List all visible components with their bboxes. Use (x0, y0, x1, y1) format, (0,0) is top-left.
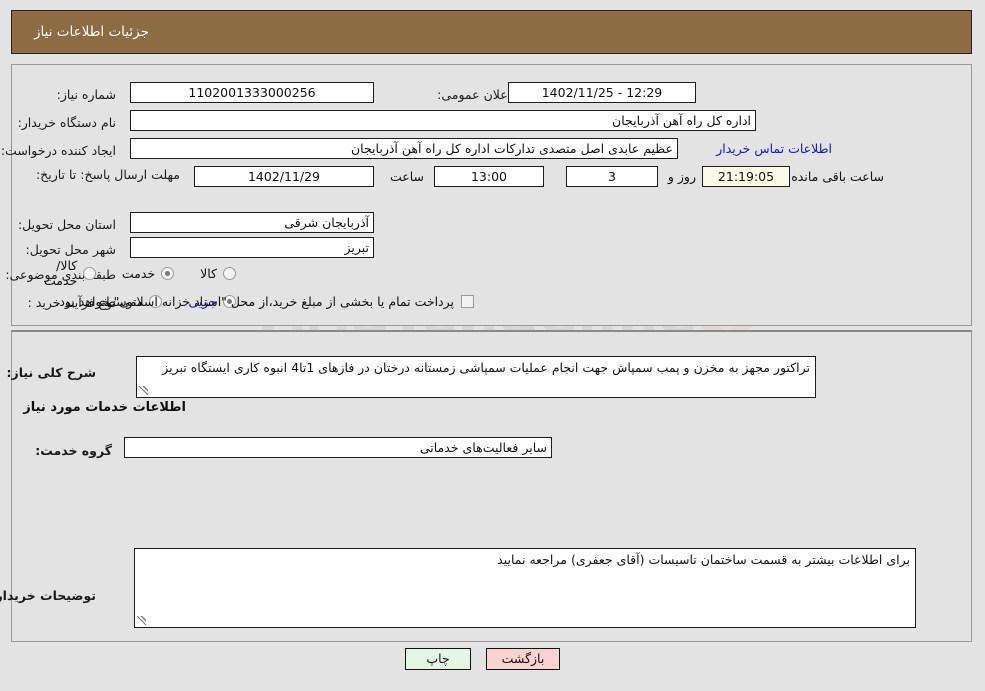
treasury-checkbox-label: پرداخت تمام یا بخشی از مبلغ خرید،از محل … (56, 293, 455, 309)
radio-khedmat-icon[interactable] (162, 266, 176, 280)
city-label: شهر محل تحویل: (26, 241, 117, 257)
services-section-heading: اطلاعات خدمات مورد نیاز (24, 400, 187, 415)
deadline-date-field[interactable]: 1402/11/29 (195, 166, 375, 187)
service-group-label-wrap: گروه خدمت: (36, 440, 113, 459)
public-announce-field[interactable]: 12:29 - 1402/11/25 (509, 82, 697, 103)
treasury-checkbox-icon[interactable] (462, 294, 475, 308)
deadline-days-suffix: روز و (668, 169, 697, 184)
deadline-countdown-suffix: ساعت باقی مانده (792, 169, 885, 184)
print-button[interactable]: چاپ (406, 648, 472, 670)
buyer-comments-textarea[interactable]: برای اطلاعات بیشتر به قسمت ساختمان تاسیس… (135, 548, 917, 628)
requester-row: ایجاد کننده درخواست: (2, 138, 117, 162)
deadline-countdown-field: 21:19:05 (703, 166, 791, 187)
category-option-kala-khedmat-label: کالا/خدمت (45, 258, 79, 288)
category-option-kala-label: کالا (201, 265, 218, 281)
need-number-field[interactable]: 1102001333000256 (131, 82, 375, 103)
deadline-time-field[interactable]: 13:00 (435, 166, 545, 187)
buyer-comments-label: توضیحات خریدار: (0, 588, 97, 603)
category-option-khedmat-label: خدمت (122, 265, 157, 281)
deadline-days-field[interactable]: 3 (567, 166, 659, 187)
category-option-khedmat[interactable]: خدمت (122, 265, 176, 281)
buyer-org-row: نام دستگاه خریدار: (19, 110, 117, 134)
deadline-label: مهلت ارسال پاسخ: تا تاریخ: (36, 167, 181, 182)
radio-kala-khedmat-icon[interactable] (84, 266, 97, 280)
province-label: استان محل تحویل: (18, 216, 117, 232)
need-description-textarea[interactable]: تراکتور مجهز به مخزن و پمب سمپاش جهت انج… (137, 356, 817, 398)
service-group-label: گروه خدمت: (36, 443, 113, 458)
buyer-org-field[interactable]: اداره کل راه آهن آذربایجان (131, 110, 757, 131)
category-options: کالا خدمت کالا/خدمت (0, 258, 237, 288)
need-number-label: شماره نیاز: (57, 86, 117, 102)
province-row: استان محل تحویل: (19, 212, 117, 236)
need-number-row: شماره نیاز: (58, 82, 117, 106)
radio-kala-icon[interactable] (224, 266, 237, 280)
deadline-time-label: ساعت (390, 169, 425, 184)
service-group-field[interactable]: سایر فعالیت‌های خدماتی (125, 437, 553, 458)
page-title: جزئیات اطلاعات نیاز (35, 24, 150, 40)
requester-label: ایجاد کننده درخواست: (1, 142, 117, 158)
buyer-comments-label-wrap: توضیحات خریدار: (0, 585, 97, 604)
buyer-org-label: نام دستگاه خریدار: (18, 114, 117, 130)
page-header: جزئیات اطلاعات نیاز (12, 10, 973, 54)
category-option-kala-khedmat[interactable]: کالا/خدمت (26, 258, 97, 288)
buyer-contact-link[interactable]: اطلاعات تماس خریدار (717, 141, 833, 156)
requester-field[interactable]: عظیم عابدی اصل متصدی تدارکات اداره کل را… (131, 138, 679, 159)
city-field[interactable]: تبریز (131, 237, 375, 258)
category-option-kala[interactable]: کالا (201, 266, 237, 281)
need-description-label-wrap: شرح کلی نیاز: (8, 362, 97, 381)
need-description-label: شرح کلی نیاز: (7, 365, 97, 380)
treasury-checkbox-group[interactable]: پرداخت تمام یا بخشی از مبلغ خرید،از محل … (56, 290, 475, 312)
back-button[interactable]: بازگشت (487, 648, 561, 670)
province-field[interactable]: آذربایجان شرقی (131, 212, 375, 233)
